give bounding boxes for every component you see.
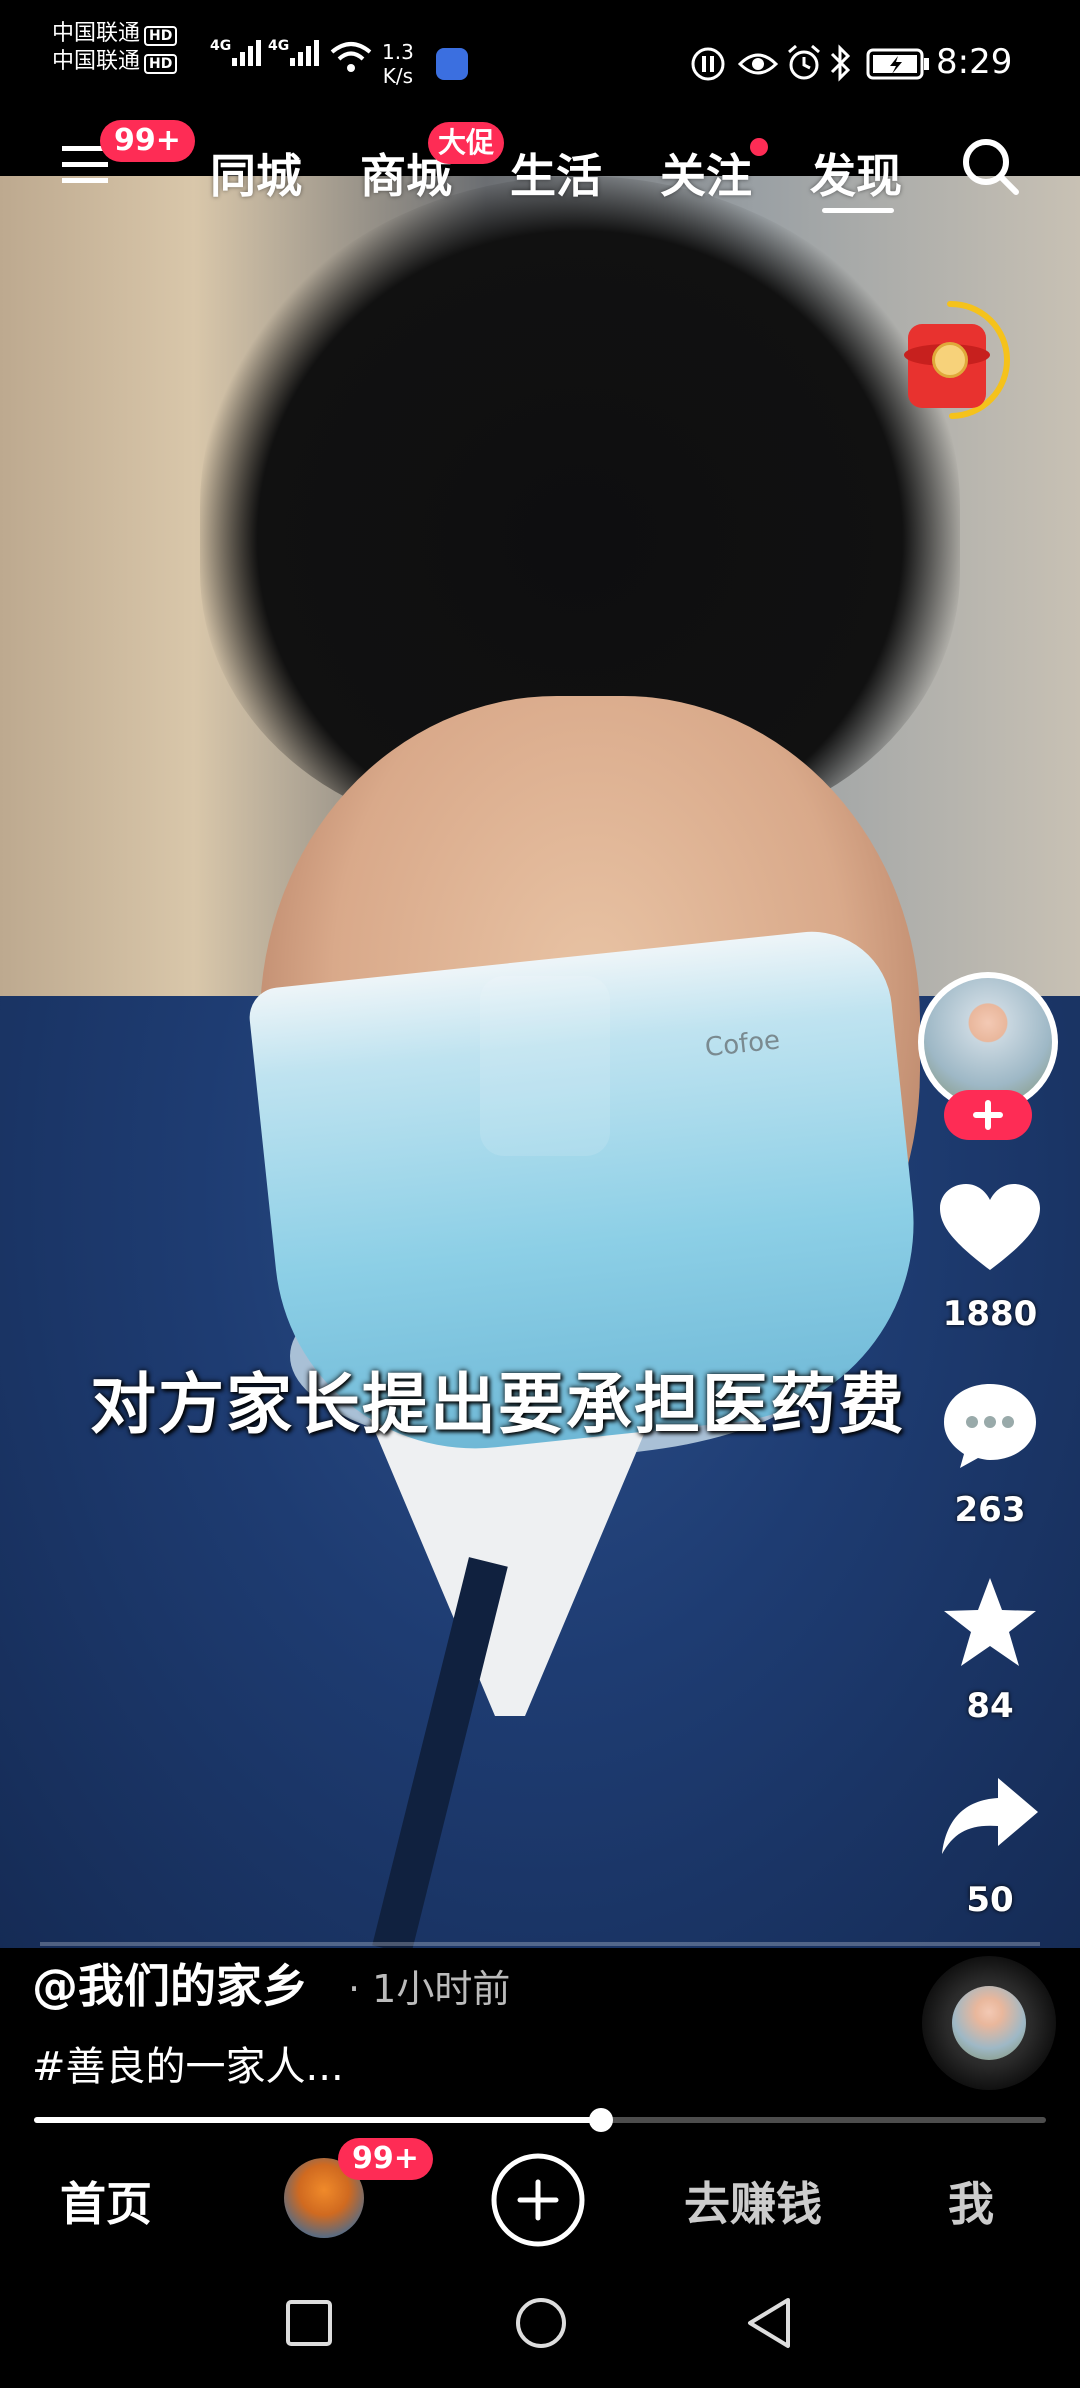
red-envelope-icon bbox=[904, 324, 990, 408]
promo-badge: 大促 bbox=[428, 122, 505, 164]
comment-icon[interactable] bbox=[940, 1380, 1040, 1470]
carrier-name-2: 中国联通 bbox=[52, 49, 141, 74]
pause-indicator bbox=[480, 976, 610, 1156]
tab-tongcheng[interactable]: 同城 bbox=[210, 140, 302, 206]
menu-badge: 99+ bbox=[100, 120, 195, 162]
speed-unit: K/s bbox=[382, 64, 414, 88]
system-nav-bar bbox=[0, 2258, 1080, 2388]
hd-badge-1: HD bbox=[144, 26, 178, 46]
favorite-count: 84 bbox=[966, 1686, 1014, 1726]
clock: 8:29 bbox=[936, 42, 1013, 82]
post-info: @我们的家乡 · 1小时前 #善良的一家人... bbox=[0, 1948, 1080, 2118]
speed-value: 1.3 bbox=[382, 40, 414, 64]
tab-home[interactable]: 首页 bbox=[60, 2168, 152, 2234]
post-time: · 1小时前 bbox=[348, 1967, 511, 2011]
nfc-icon bbox=[691, 47, 725, 81]
carrier-line-1: 中国联通 HD bbox=[52, 20, 178, 48]
tab-guanzhu[interactable]: 关注 bbox=[660, 140, 752, 206]
bottom-tab-bar: 首页 99+ 去赚钱 我 bbox=[0, 2138, 1080, 2258]
progress-fill bbox=[34, 2117, 601, 2123]
network-speed: 1.3 K/s bbox=[382, 40, 414, 88]
share-icon[interactable] bbox=[940, 1776, 1040, 1856]
active-tab-indicator bbox=[822, 208, 894, 213]
carrier-name-1: 中国联通 bbox=[52, 21, 141, 46]
red-packet-timer[interactable] bbox=[888, 296, 1018, 426]
music-disc[interactable] bbox=[922, 1956, 1056, 2090]
tab-me[interactable]: 我 bbox=[948, 2168, 994, 2234]
share-count: 50 bbox=[966, 1880, 1014, 1920]
back-icon[interactable] bbox=[744, 2296, 794, 2350]
home-icon[interactable] bbox=[514, 2296, 568, 2350]
video-bottom-line bbox=[40, 1942, 1040, 1946]
star-icon[interactable] bbox=[942, 1576, 1038, 1668]
create-icon[interactable] bbox=[490, 2152, 586, 2248]
comment-count: 263 bbox=[954, 1490, 1026, 1530]
video-subtitle: 对方家长提出要承担医药费 bbox=[90, 1366, 906, 1443]
wifi-icon bbox=[330, 42, 372, 72]
mask-print: Cofoe bbox=[703, 1025, 782, 1064]
music-cover bbox=[952, 1986, 1026, 2060]
app-notification-icon bbox=[436, 48, 468, 80]
search-icon[interactable] bbox=[958, 134, 1022, 198]
signal-icon: 4G 4G bbox=[210, 38, 319, 66]
like-count: 1880 bbox=[942, 1294, 1038, 1334]
net-type-2: 4G bbox=[268, 38, 289, 54]
status-bar: 中国联通 HD 中国联通 HD 4G 4G 1.3 K/s 8:29 bbox=[0, 0, 1080, 128]
avatar-image bbox=[924, 978, 1052, 1106]
friends-badge: 99+ bbox=[338, 2138, 433, 2180]
follow-button[interactable] bbox=[944, 1090, 1032, 1140]
bluetooth-icon bbox=[830, 44, 851, 82]
recents-icon[interactable] bbox=[284, 2298, 334, 2348]
eye-icon bbox=[738, 53, 778, 75]
progress-knob[interactable] bbox=[588, 2108, 613, 2132]
tab-shenghuo[interactable]: 生活 bbox=[510, 140, 602, 206]
author-name[interactable]: @我们的家乡 bbox=[32, 1950, 308, 2016]
tab-faxian[interactable]: 发现 bbox=[810, 140, 902, 206]
hd-badge-2: HD bbox=[144, 54, 178, 74]
alarm-icon bbox=[788, 44, 820, 80]
video-player[interactable]: Cofoe 对方家长提出要承担医药费 bbox=[0, 176, 1080, 1948]
net-type-1: 4G bbox=[210, 38, 231, 54]
battery-icon bbox=[866, 48, 929, 80]
carrier-line-2: 中国联通 HD bbox=[52, 48, 178, 76]
heart-icon[interactable] bbox=[940, 1184, 1040, 1274]
plus-icon bbox=[973, 1100, 1003, 1130]
progress-track[interactable] bbox=[34, 2108, 1046, 2132]
tab-earn[interactable]: 去赚钱 bbox=[684, 2168, 822, 2234]
top-nav: 99+ 同城 商城 大促 生活 关注 发现 bbox=[0, 120, 1080, 228]
follow-dot bbox=[750, 138, 768, 156]
post-caption[interactable]: #善良的一家人... bbox=[32, 2034, 344, 2092]
